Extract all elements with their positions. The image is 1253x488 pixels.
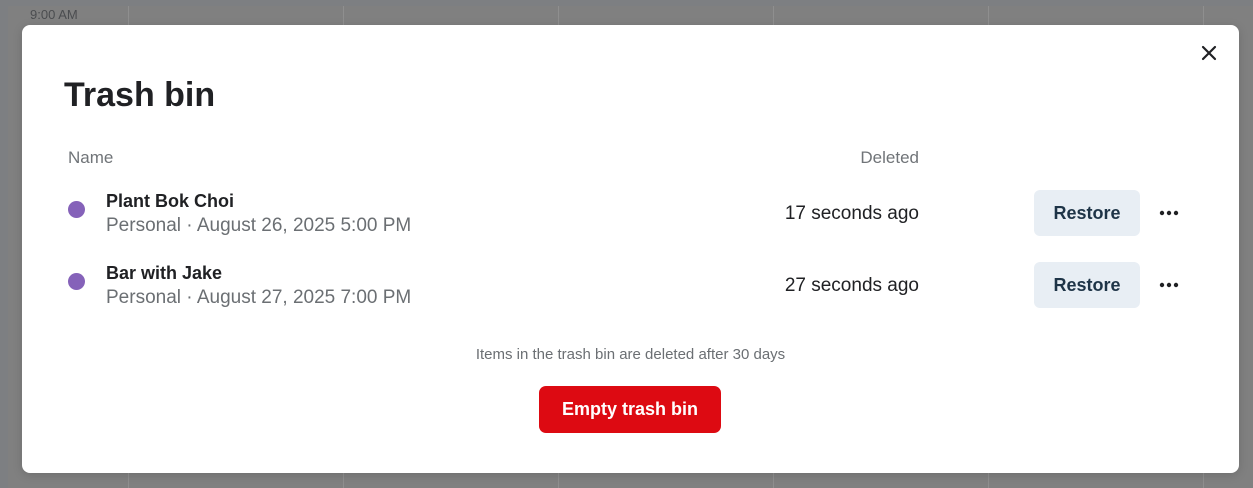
item-title: Bar with Jake [106, 263, 223, 283]
column-header-name: Name [68, 148, 114, 167]
item-deleted-time: 27 seconds ago [784, 275, 919, 296]
more-horizontal-icon [1159, 282, 1179, 288]
restore-button[interactable]: Restore [1034, 262, 1140, 308]
restore-button[interactable]: Restore [1034, 190, 1140, 236]
calendar-time-label: 9:00 AM [30, 7, 78, 19]
event-color-dot [68, 273, 85, 290]
dialog-title: Trash bin [64, 76, 216, 114]
item-meta: Personal · August 27, 2025 7:00 PM [106, 287, 412, 308]
event-color-dot [68, 201, 85, 218]
column-header-deleted: Deleted [860, 148, 919, 167]
trash-item-row: Plant Bok Choi Personal · August 26, 202… [22, 190, 1239, 250]
trash-bin-dialog: Trash bin Name Deleted Plant Bok Choi Pe… [22, 25, 1239, 473]
more-options-button[interactable] [1150, 194, 1188, 232]
item-meta: Personal · August 26, 2025 5:00 PM [106, 215, 412, 236]
item-title: Plant Bok Choi [106, 191, 235, 211]
trash-item-row: Bar with Jake Personal · August 27, 2025… [22, 262, 1239, 322]
more-horizontal-icon [1159, 210, 1179, 216]
retention-note: Items in the trash bin are deleted after… [475, 346, 786, 363]
more-options-button[interactable] [1150, 266, 1188, 304]
close-icon [1201, 45, 1217, 61]
empty-trash-button[interactable]: Empty trash bin [539, 386, 721, 433]
item-deleted-time: 17 seconds ago [784, 203, 919, 224]
close-button[interactable] [1197, 41, 1221, 65]
